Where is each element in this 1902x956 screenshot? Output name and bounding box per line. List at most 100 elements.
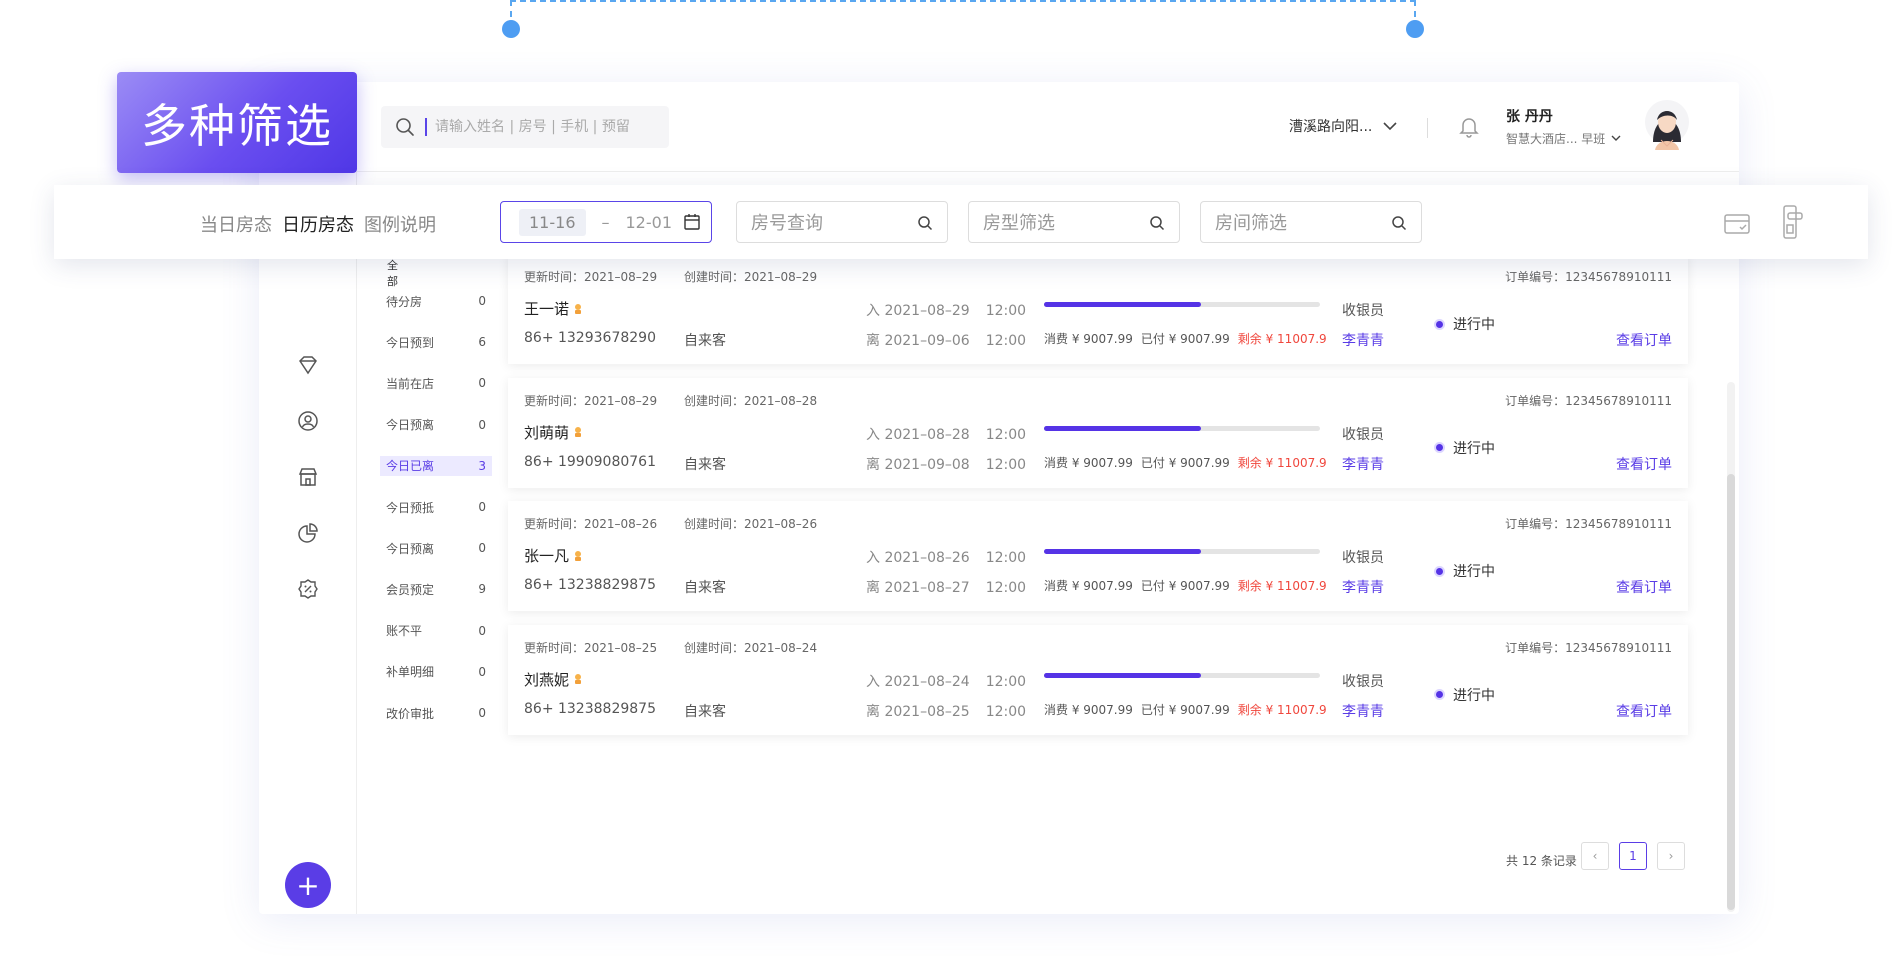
- search-icon: [1150, 216, 1165, 231]
- cashier-label: 收银员: [1342, 550, 1384, 566]
- status-text: 进行中: [1453, 564, 1495, 580]
- view-order-link[interactable]: 查看订单: [1616, 454, 1672, 474]
- order-number: 订单编号：12345678910111: [1505, 270, 1672, 284]
- room-card-icon[interactable]: [1724, 213, 1750, 235]
- guest-name: 王一诺: [524, 300, 570, 318]
- checkin-date: 入 2021–08–24: [866, 673, 970, 690]
- created-time: 创建时间：2021–08–26: [684, 517, 818, 531]
- scrollbar-thumb[interactable]: [1727, 474, 1735, 910]
- category-label: 待分房: [386, 294, 423, 309]
- status-badge: 进行中: [1434, 685, 1495, 705]
- remaining-amount: 剩余 ¥ 11007.9: [1237, 455, 1327, 470]
- room-number-search[interactable]: 房号查询: [736, 201, 948, 243]
- view-tabs: 当日房态 日历房态 图例说明: [200, 211, 436, 237]
- tab-calendar-status[interactable]: 日历房态: [282, 211, 354, 237]
- cashier-name[interactable]: 李青青: [1342, 701, 1384, 721]
- payment-progress-fill: [1044, 302, 1202, 307]
- avatar[interactable]: [1643, 98, 1691, 150]
- category-item[interactable]: 改价审批 0: [380, 703, 492, 723]
- money-summary: 消费 ¥ 9007.99 已付 ¥ 9007.99 剩余 ¥ 11007.9: [1044, 330, 1327, 347]
- category-count: 0: [478, 664, 486, 679]
- discount-badge-icon[interactable]: [297, 578, 319, 600]
- view-order-link[interactable]: 查看订单: [1616, 330, 1672, 350]
- checkout-date: 离 2021–08–25: [866, 703, 970, 720]
- pie-chart-icon[interactable]: [297, 522, 319, 544]
- updated-time: 更新时间：2021–08–26: [524, 517, 658, 531]
- category-item[interactable]: 账不平 0: [380, 621, 492, 641]
- status-text: 进行中: [1453, 687, 1495, 704]
- top-bar: 请输入姓名 | 房号 | 手机 | 预留 漕溪路向阳... 张 丹丹 智慧大酒店…: [259, 82, 1739, 172]
- category-item[interactable]: 今日预到 6: [380, 332, 492, 352]
- category-item[interactable]: 待分房 0: [380, 291, 492, 311]
- guest-phone: 86+ 13238829875: [524, 700, 656, 717]
- diamond-icon[interactable]: [297, 354, 319, 376]
- pagination-page-1[interactable]: 1: [1619, 842, 1647, 870]
- cashier-name[interactable]: 李青青: [1342, 330, 1384, 350]
- date-range-picker[interactable]: 11-16 – 12-01: [500, 201, 712, 243]
- category-item[interactable]: 今日预离 0: [380, 538, 492, 558]
- consume-amount: 消费 ¥ 9007.99: [1044, 455, 1133, 470]
- room-type-placeholder: 房型筛选: [983, 213, 1055, 234]
- guest-phone: 86+ 13293678290: [524, 330, 656, 346]
- money-summary: 消费 ¥ 9007.99 已付 ¥ 9007.99 剩余 ¥ 11007.9: [1044, 454, 1327, 471]
- checkin-row: 入 2021–08–28 12:00: [866, 424, 1026, 444]
- global-search-input[interactable]: 请输入姓名 | 房号 | 手机 | 预留: [381, 106, 669, 148]
- category-count: 0: [478, 376, 486, 391]
- category-label: 会员预定: [386, 582, 435, 597]
- checkout-date: 离 2021–09–06: [866, 333, 970, 349]
- payment-progress-fill: [1044, 549, 1202, 554]
- order-card[interactable]: 更新时间：2021–08–29 创建时间：2021–08–28 订单编号：12345…: [508, 377, 1688, 488]
- checkin-date: 入 2021–08–29: [866, 303, 970, 319]
- order-card[interactable]: 更新时间：2021–08–29 创建时间：2021–08–29 订单编号：12345…: [508, 254, 1688, 364]
- view-order-link[interactable]: 查看订单: [1616, 577, 1672, 597]
- room-placeholder: 房间筛选: [1215, 213, 1287, 234]
- tab-legend[interactable]: 图例说明: [364, 211, 436, 237]
- header-divider: [1427, 118, 1428, 138]
- category-all[interactable]: 全部: [387, 258, 401, 290]
- guest-source: 自来客: [684, 333, 726, 349]
- user-menu[interactable]: 张 丹丹 智慧大酒店... 早班: [1506, 106, 1621, 147]
- store-icon[interactable]: [297, 466, 319, 488]
- cashier-label: 收银员: [1342, 303, 1384, 319]
- updated-time: 更新时间：2021–08–29: [524, 393, 658, 408]
- search-icon: [1392, 216, 1407, 231]
- door-lock-icon[interactable]: [1782, 205, 1804, 239]
- view-order-link[interactable]: 查看订单: [1616, 701, 1672, 721]
- checkout-time: 12:00: [985, 703, 1027, 720]
- guest-name-row: 张一凡: [524, 545, 583, 566]
- pagination-prev-button[interactable]: ‹: [1581, 842, 1609, 870]
- category-item[interactable]: 今日预抵 0: [380, 497, 492, 517]
- store-selector[interactable]: 漕溪路向阳...: [1289, 116, 1398, 136]
- category-item[interactable]: 补单明细 0: [380, 662, 492, 682]
- user-name: 张 丹丹: [1506, 109, 1553, 125]
- cashier-name[interactable]: 李青青: [1342, 454, 1384, 474]
- order-card[interactable]: 更新时间：2021–08–25 创建时间：2021–08–24 订单编号：12345…: [508, 624, 1688, 735]
- category-item[interactable]: 会员预定 9: [380, 579, 492, 599]
- room-type-filter[interactable]: 房型筛选: [968, 201, 1180, 243]
- category-label: 今日预离: [386, 418, 435, 433]
- room-filter[interactable]: 房间筛选: [1200, 201, 1422, 243]
- filter-bar: 当日房态 日历房态 图例说明 11-16 – 12-01 房号查询 房型筛选 房…: [54, 185, 1868, 259]
- tab-today-status[interactable]: 当日房态: [200, 211, 272, 237]
- money-summary: 消费 ¥ 9007.99 已付 ¥ 9007.99 剩余 ¥ 11007.9: [1044, 701, 1327, 718]
- pagination-next-button[interactable]: ›: [1657, 842, 1685, 870]
- status-badge: 进行中: [1434, 314, 1495, 334]
- category-item[interactable]: 今日预离 0: [380, 415, 492, 435]
- add-button[interactable]: +: [285, 862, 331, 908]
- order-card[interactable]: 更新时间：2021–08–26 创建时间：2021–08–26 订单编号：12345…: [508, 501, 1688, 611]
- cashier-name[interactable]: 李青青: [1342, 577, 1384, 597]
- remaining-amount: 剩余 ¥ 11007.9: [1237, 702, 1327, 717]
- order-number: 订单编号：12345678910111: [1505, 640, 1672, 655]
- notification-bell-icon[interactable]: [1459, 116, 1479, 142]
- checkin-time: 12:00: [985, 673, 1027, 690]
- payment-progress-bar: [1044, 549, 1320, 554]
- user-circle-icon[interactable]: [297, 410, 319, 432]
- guest-phone: 86+ 19909080761: [524, 453, 656, 470]
- paid-amount: 已付 ¥ 9007.99: [1140, 702, 1230, 717]
- checkin-time: 12:00: [985, 550, 1027, 566]
- money-summary: 消费 ¥ 9007.99 已付 ¥ 9007.99 剩余 ¥ 11007.9: [1044, 577, 1327, 594]
- created-time: 创建时间：2021–08–29: [684, 270, 818, 284]
- status-dot: [1434, 442, 1445, 453]
- category-item[interactable]: 当前在店 0: [380, 373, 492, 393]
- category-item[interactable]: 今日已离 3: [380, 455, 492, 476]
